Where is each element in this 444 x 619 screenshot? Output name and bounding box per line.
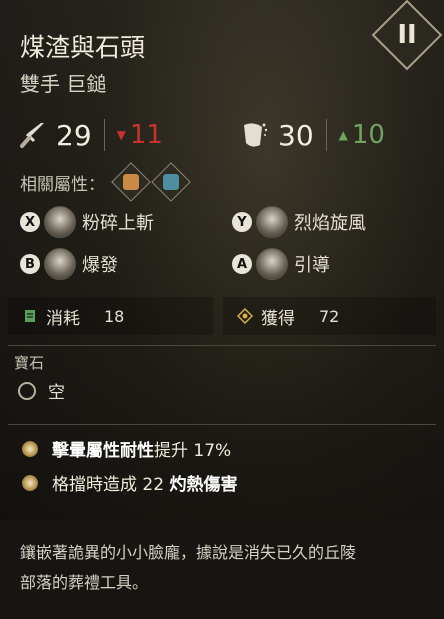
gain-cell: 獲得 72 — [223, 297, 436, 335]
bonus-line-1: 擊暈屬性耐性 提升 17% — [22, 436, 231, 461]
related-label: 相關屬性： — [20, 174, 105, 195]
consume-cell: 消耗 18 — [8, 297, 213, 335]
skill-x[interactable]: X 粉碎上斬 — [20, 206, 154, 238]
skill-y[interactable]: Y 烈焰旋風 — [232, 206, 366, 238]
stat-separator — [103, 119, 105, 151]
consume-icon — [25, 310, 35, 322]
tier-badge: II — [371, 0, 443, 71]
skill-b-icon — [44, 248, 76, 280]
bonus-star-icon — [22, 440, 38, 457]
green-triangle-icon: ▲ — [338, 128, 348, 142]
button-x-icon: X — [20, 212, 40, 232]
item-description: 鑲嵌著詭異的小小臉龐，據說是消失已久的丘陵 部落的葬禮工具。 — [0, 520, 444, 619]
skill-y-label: 烈焰旋風 — [294, 213, 366, 234]
attack-bonus: ▼ 11 — [117, 120, 163, 150]
bonus-star-icon — [22, 474, 38, 491]
consume-label: 消耗 — [46, 308, 80, 329]
defense-stat: 30 ▲ 10 — [238, 110, 385, 160]
skill-b-label: 爆發 — [82, 255, 118, 276]
bonus-2-keyword: 灼熱傷害 — [169, 475, 238, 495]
button-y-icon: Y — [232, 212, 252, 232]
bonus-line-2: 格擋時造成 22 灼熱傷害 — [22, 470, 237, 495]
description-line-2: 部落的葬禮工具。 — [20, 573, 149, 592]
skill-a[interactable]: A 引導 — [232, 248, 330, 280]
divider — [8, 424, 436, 425]
divider — [8, 345, 436, 346]
item-tooltip-card: II 煤渣與石頭 雙手 巨鎚 29 ▼ 11 30 ▲ 10 相關屬性： X 粉… — [0, 0, 444, 619]
button-a-icon: A — [232, 254, 252, 274]
consume-value: 18 — [104, 306, 125, 326]
empty-gem-slot-icon — [18, 381, 36, 400]
gain-label: 獲得 — [261, 308, 295, 329]
book-icon — [163, 174, 179, 190]
related-attributes: 相關屬性： — [20, 162, 191, 202]
armor-icon — [244, 123, 268, 147]
attack-bonus-value: 11 — [129, 120, 163, 150]
skill-a-icon — [256, 248, 288, 280]
skill-a-label: 引導 — [294, 255, 330, 276]
stat-separator — [325, 119, 327, 151]
button-b-icon: B — [20, 254, 40, 274]
gem-slot-label: 空 — [48, 383, 65, 403]
description-line-1: 鑲嵌著詭異的小小臉龐，據說是消失已久的丘陵 — [20, 543, 357, 562]
red-triangle-icon: ▼ — [116, 128, 126, 142]
tier-label: II — [397, 20, 417, 50]
gain-value: 72 — [319, 306, 340, 326]
attribute-intelligence-badge[interactable] — [151, 162, 191, 202]
item-type: 雙手 巨鎚 — [20, 72, 107, 96]
bonus-1-keyword: 擊暈屬性耐性 — [52, 441, 154, 461]
energy-row: 消耗 18 獲得 72 — [8, 297, 436, 335]
gain-eye-icon — [237, 308, 253, 324]
stats-row: 29 ▼ 11 30 ▲ 10 — [18, 110, 428, 160]
bonus-2-text: 格擋時造成 22 — [52, 475, 170, 495]
bonus-1-text: 提升 17% — [154, 441, 232, 461]
defense-value: 30 — [278, 118, 314, 152]
heart-icon — [123, 174, 139, 190]
skill-x-label: 粉碎上斬 — [82, 213, 154, 234]
gem-slot[interactable]: 空 — [18, 378, 65, 403]
skill-x-icon — [44, 206, 76, 238]
skill-y-icon — [256, 206, 288, 238]
gem-section-title: 寶石 — [14, 354, 45, 372]
attack-stat: 29 ▼ 11 — [18, 110, 163, 160]
defense-bonus-value: 10 — [351, 120, 385, 150]
attack-value: 29 — [56, 118, 92, 152]
item-title: 煤渣與石頭 — [20, 33, 146, 62]
defense-bonus: ▲ 10 — [339, 120, 385, 150]
sword-icon — [20, 123, 44, 148]
attribute-strength-badge[interactable] — [111, 162, 151, 202]
skill-b[interactable]: B 爆發 — [20, 248, 118, 280]
